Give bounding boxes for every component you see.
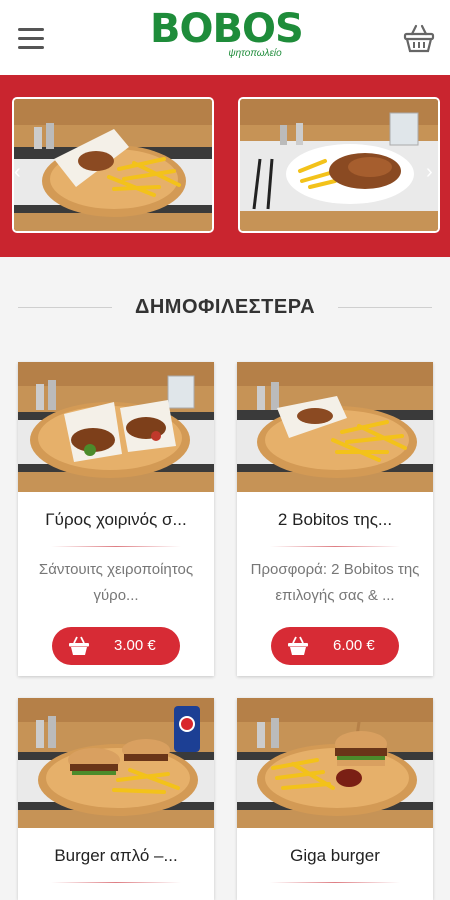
promo-carousel[interactable]: ‹ › [0, 75, 450, 257]
brand-logo[interactable]: BOBOS ψητοπωλείο [150, 6, 304, 68]
logo-text: BOBOS [150, 6, 304, 52]
product-image[interactable] [237, 698, 433, 828]
basket-icon [287, 636, 309, 660]
price-label: 6.00 € [333, 637, 375, 654]
carousel-slide-wraps[interactable] [12, 97, 214, 233]
divider [51, 546, 181, 547]
product-name[interactable]: Burger απλό –... [18, 846, 214, 868]
divider [270, 882, 400, 883]
carousel-prev-icon[interactable]: ‹ [14, 161, 21, 184]
product-name[interactable]: Giga burger [237, 846, 433, 868]
product-card[interactable]: Burger απλό –... [18, 698, 214, 900]
product-card[interactable]: Γύρος χοιρινός σ... Σάντουιτς χειροποίητ… [18, 362, 214, 676]
product-card[interactable]: 2 Bobitos της... Προσφορά: 2 Bobitos της… [237, 362, 433, 676]
app-header: BOBOS ψητοπωλείο [0, 0, 450, 75]
product-description [18, 893, 214, 900]
price-label: 3.00 € [114, 637, 156, 654]
add-to-cart-button[interactable]: 6.00 € [271, 627, 399, 665]
product-image[interactable] [18, 362, 214, 492]
product-name[interactable]: Γύρος χοιρινός σ... [18, 510, 214, 532]
product-description: Προσφορά: 2 Bobitos της επιλογής σας & .… [250, 561, 420, 604]
carousel-slide-gyros-plate[interactable] [238, 97, 440, 233]
product-image[interactable] [18, 698, 214, 828]
section-heading: ΔΗΜΟΦΙΛΕΣΤΕΡΑ [0, 288, 450, 328]
divider [51, 882, 181, 883]
add-to-cart-button[interactable]: 3.00 € [52, 627, 180, 665]
product-description [237, 893, 433, 900]
divider [338, 307, 432, 308]
product-card[interactable]: Giga burger [237, 698, 433, 900]
divider [270, 546, 400, 547]
basket-icon [68, 636, 90, 660]
carousel-next-icon[interactable]: › [426, 161, 433, 184]
shopping-basket-icon[interactable] [402, 22, 436, 56]
hamburger-menu-icon[interactable] [18, 28, 46, 50]
product-image[interactable] [237, 362, 433, 492]
product-description: Σάντουιτς χειροποίητος γύρο... [38, 561, 194, 604]
product-name[interactable]: 2 Bobitos της... [237, 510, 433, 532]
